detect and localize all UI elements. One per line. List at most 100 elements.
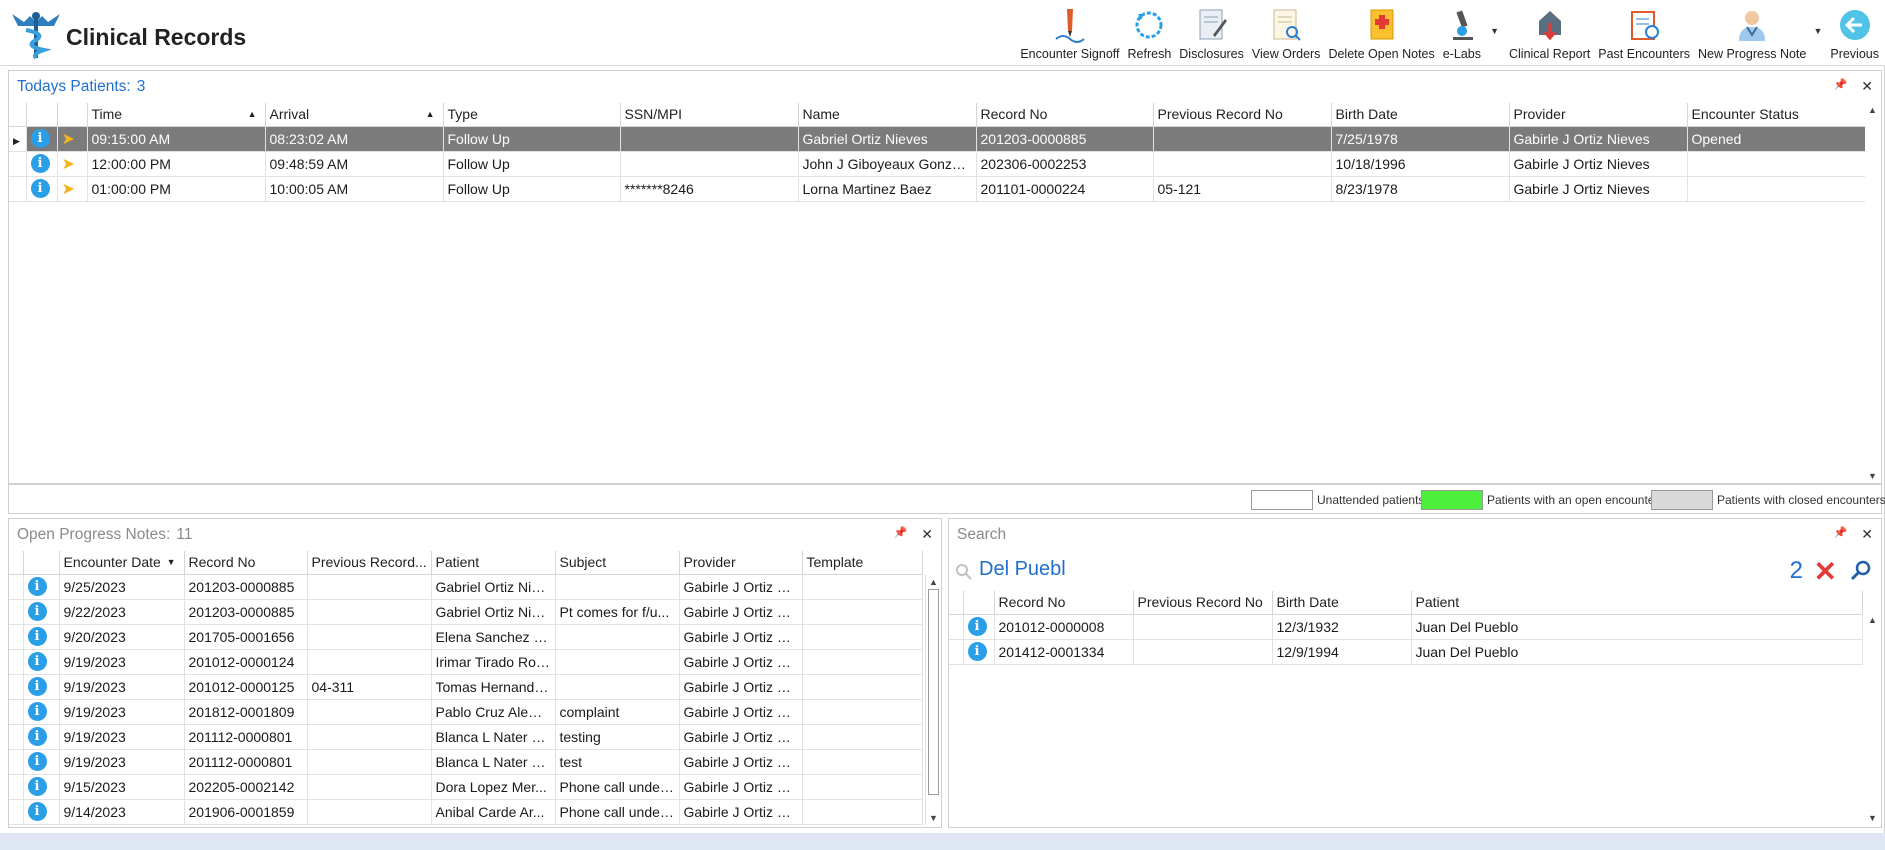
info-icon[interactable]: i <box>27 652 47 671</box>
scroll-down-icon[interactable]: ▼ <box>1868 471 1877 481</box>
info-icon[interactable]: i <box>967 642 987 661</box>
info-icon[interactable]: i <box>30 129 50 148</box>
e-labs-button[interactable]: e-Labs ▼ <box>1439 0 1505 66</box>
encounter-signoff-label: Encounter Signoff <box>1020 47 1120 61</box>
clear-search-icon[interactable]: ✕ <box>1814 555 1837 588</box>
table-row[interactable]: i 201412-0001334 12/9/1994 Juan Del Pueb… <box>949 639 1863 665</box>
encounter-signoff-button[interactable]: Encounter Signoff <box>1016 0 1123 66</box>
col-subject[interactable]: Subject <box>555 551 680 575</box>
disclosures-button[interactable]: Disclosures <box>1175 0 1248 66</box>
col-record-no[interactable]: Record No <box>184 551 308 575</box>
paper-plane-icon: ➤ <box>61 130 75 148</box>
cell <box>555 674 680 700</box>
info-icon[interactable]: i <box>27 627 47 646</box>
refresh-icon <box>1130 6 1168 44</box>
cell: Phone call under... <box>555 799 680 825</box>
scroll-up-icon[interactable]: ▲ <box>929 577 938 587</box>
col-name[interactable]: Name <box>798 103 977 127</box>
info-icon[interactable]: i <box>967 617 987 636</box>
table-row[interactable]: i 9/19/2023 201012-0000125 04-311 Tomas Hern… <box>9 674 923 700</box>
cell: Irimar Tirado Rol... <box>431 649 556 675</box>
close-icon[interactable]: ✕ <box>921 526 933 543</box>
scroll-up-icon[interactable]: ▲ <box>1868 615 1877 625</box>
scroll-up-icon[interactable]: ▲ <box>1868 105 1877 115</box>
col-arrival[interactable]: Arrival ▲ <box>265 103 444 127</box>
back-arrow-icon <box>1836 6 1874 44</box>
new-progress-note-dropdown-icon[interactable]: ▼ <box>1813 26 1822 36</box>
table-row[interactable]: i 9/25/2023 201203-0000885 Gabriel Ortiz Ni… <box>9 574 923 600</box>
table-row[interactable]: i ➤ 12:00:00 PM 09:48:59 AM Follow Up Jo… <box>9 151 1868 177</box>
new-progress-note-button[interactable]: New Progress Note ▼ <box>1694 0 1826 66</box>
search-input[interactable]: Del Puebl <box>979 558 1066 581</box>
table-row[interactable]: i 201012-0000008 12/3/1932 Juan Del Pueb… <box>949 614 1863 640</box>
table-row[interactable]: i 9/22/2023 201203-0000885 Gabriel Ortiz Ni… <box>9 599 923 625</box>
table-row[interactable]: i 9/19/2023 201812-0001809 Pablo Cruz Alem.… <box>9 699 923 725</box>
col-encounter-status[interactable]: Encounter Status <box>1687 103 1868 127</box>
info-icon[interactable]: i <box>27 677 47 696</box>
cell: 9/14/2023 <box>59 799 185 825</box>
col-time[interactable]: Time ▲ <box>87 103 266 127</box>
col-encounter-date[interactable]: Encounter Date ▼ <box>59 551 185 575</box>
info-icon[interactable]: i <box>27 802 47 821</box>
search-result-count: 2 <box>1789 557 1803 584</box>
scroll-down-icon[interactable]: ▼ <box>1868 813 1877 823</box>
scroll-down-icon[interactable]: ▼ <box>929 813 938 823</box>
cell <box>1687 176 1868 202</box>
refresh-button[interactable]: Refresh <box>1124 0 1176 66</box>
info-icon[interactable]: i <box>27 602 47 621</box>
info-icon[interactable]: i <box>27 752 47 771</box>
info-icon[interactable]: i <box>27 777 47 796</box>
col-birth-date[interactable]: Birth Date <box>1331 103 1510 127</box>
info-icon[interactable]: i <box>30 179 50 198</box>
table-row[interactable]: i 9/20/2023 201705-0001656 Elena Sanchez Ri… <box>9 624 923 650</box>
status-legend: Unattended patients Patients with an ope… <box>8 484 1885 514</box>
info-cell: i <box>23 724 60 750</box>
table-row[interactable]: i 9/14/2023 201906-0001859 Anibal Carde Ar.… <box>9 799 923 825</box>
pin-icon[interactable]: 📌 <box>894 526 908 543</box>
close-icon[interactable]: ✕ <box>1861 526 1873 543</box>
col-birth-date[interactable]: Birth Date <box>1272 591 1412 615</box>
table-row[interactable]: ▶ i ➤ 09:15:00 AM 08:23:02 AM Follow Up … <box>9 126 1868 152</box>
cell: Pt comes for f/u... <box>555 599 680 625</box>
col-patient[interactable]: Patient <box>431 551 556 575</box>
col-patient[interactable]: Patient <box>1411 591 1863 615</box>
cell <box>802 599 923 625</box>
scroll-thumb[interactable] <box>928 589 939 795</box>
vertical-scrollbar[interactable]: ▲ ▼ <box>1865 103 1881 483</box>
vertical-scrollbar[interactable]: ▲ ▼ <box>925 575 941 825</box>
clinical-report-button[interactable]: Clinical Report <box>1505 0 1594 66</box>
col-ssn[interactable]: SSN/MPI <box>620 103 799 127</box>
previous-button[interactable]: Previous <box>1826 0 1885 66</box>
info-icon[interactable]: i <box>30 154 50 173</box>
info-icon[interactable]: i <box>27 727 47 746</box>
e-labs-dropdown-icon[interactable]: ▼ <box>1490 26 1499 36</box>
col-previous-record-no[interactable]: Previous Record No <box>1133 591 1273 615</box>
vertical-scrollbar[interactable]: ▲ ▼ <box>1865 615 1881 825</box>
col-previous-record-no[interactable]: Previous Record No <box>1153 103 1332 127</box>
view-orders-button[interactable]: View Orders <box>1248 0 1325 66</box>
pin-icon[interactable]: 📌 <box>1834 526 1848 543</box>
past-encounters-button[interactable]: Past Encounters <box>1594 0 1694 66</box>
col-record-no[interactable]: Record No <box>976 103 1154 127</box>
search-go-icon[interactable] <box>1849 559 1873 583</box>
close-icon[interactable]: ✕ <box>1861 78 1873 95</box>
col-template[interactable]: Template <box>802 551 923 575</box>
delete-open-notes-button[interactable]: Delete Open Notes <box>1324 0 1438 66</box>
col-previous-record[interactable]: Previous Record... <box>307 551 432 575</box>
cell: 05-121 <box>1153 176 1332 202</box>
info-icon[interactable]: i <box>27 577 47 596</box>
cell: Gabirle J Ortiz N... <box>679 599 803 625</box>
table-row[interactable]: i 9/19/2023 201112-0000801 Blanca L Nater B… <box>9 724 923 750</box>
info-icon[interactable]: i <box>27 702 47 721</box>
table-row[interactable]: i 9/19/2023 201012-0000124 Irimar Tirado Ro… <box>9 649 923 675</box>
table-row[interactable]: i 9/15/2023 202205-0002142 Dora Lopez Mer..… <box>9 774 923 800</box>
col-provider[interactable]: Provider <box>1509 103 1688 127</box>
cell: 201705-0001656 <box>184 624 308 650</box>
table-row[interactable]: i ➤ 01:00:00 PM 10:00:05 AM Follow Up **… <box>9 176 1868 202</box>
col-type[interactable]: Type <box>443 103 621 127</box>
pin-icon[interactable]: 📌 <box>1834 78 1848 95</box>
table-row[interactable]: i 9/19/2023 201112-0000801 Blanca L Nater B… <box>9 749 923 775</box>
col-provider[interactable]: Provider <box>679 551 803 575</box>
cell <box>802 724 923 750</box>
col-record-no[interactable]: Record No <box>994 591 1134 615</box>
